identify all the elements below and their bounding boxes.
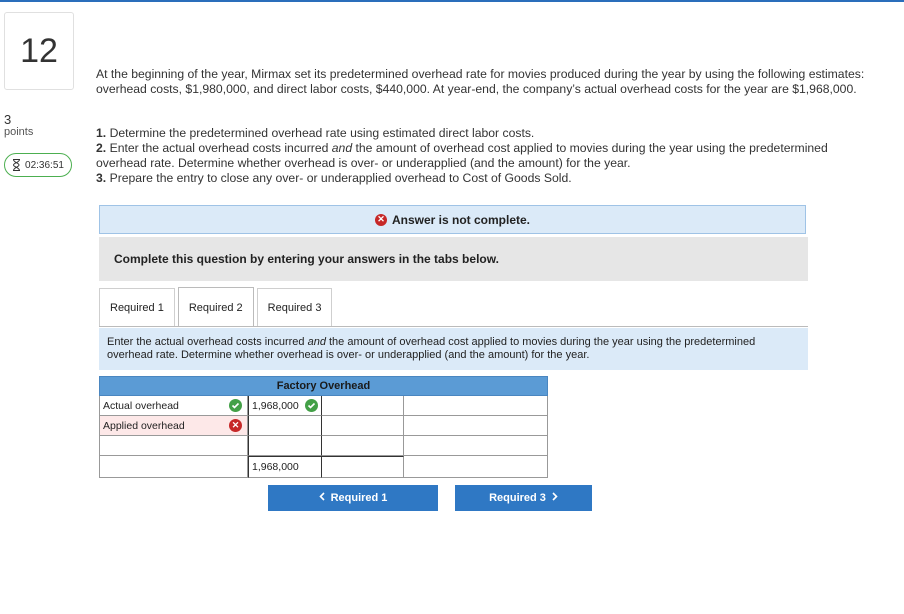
prev-required-button[interactable]: Required 1: [268, 485, 438, 511]
points-label: points: [4, 126, 34, 138]
task-3: 3. Prepare the entry to close any over- …: [96, 171, 572, 185]
credit-label-input[interactable]: [404, 436, 548, 456]
row-label-input[interactable]: [99, 436, 248, 456]
credit-label-input[interactable]: [404, 396, 548, 416]
answer-status-text: Answer is not complete.: [391, 212, 531, 227]
requirement-tabs: Required 1 Required 2 Required 3: [99, 287, 333, 327]
credit-input[interactable]: [321, 416, 404, 436]
correct-check-icon: [305, 399, 318, 412]
t-account-title: Factory Overhead: [99, 376, 548, 396]
credit-input[interactable]: [321, 436, 404, 456]
timer-badge[interactable]: 02:36:51: [4, 153, 72, 177]
answer-status-banner: ✕ Answer is not complete.: [99, 205, 806, 234]
debit-input[interactable]: [248, 436, 321, 456]
total-debit: 1,968,000: [248, 456, 321, 478]
error-x-icon: ✕: [374, 213, 387, 226]
correct-check-icon: [229, 399, 242, 412]
incorrect-x-icon: ✕: [229, 419, 242, 432]
chevron-left-icon: [318, 492, 325, 504]
factory-overhead-t-account: Factory Overhead Actual overhead 1,968,0…: [99, 376, 548, 478]
tab-required-3[interactable]: Required 3: [256, 288, 333, 326]
tab-required-2[interactable]: Required 2: [177, 287, 254, 327]
row-label-input[interactable]: Applied overhead: [99, 416, 248, 436]
task-list: 1. Determine the predetermined overhead …: [96, 126, 876, 186]
hourglass-icon: [12, 159, 21, 171]
question-number-text: 12: [20, 31, 58, 70]
next-required-button[interactable]: Required 3: [455, 485, 592, 511]
total-label-input[interactable]: [99, 456, 248, 478]
debit-input[interactable]: ✕: [229, 416, 321, 436]
timer-text: 02:36:51: [25, 159, 64, 171]
tab-required-1[interactable]: Required 1: [99, 288, 175, 326]
row-label-input[interactable]: Actual overhead: [99, 396, 248, 416]
credit-input[interactable]: [321, 396, 404, 416]
table-row: Applied overhead ✕: [99, 416, 548, 436]
task-2: 2. Enter the actual overhead costs incur…: [96, 141, 828, 170]
question-number: 12: [4, 12, 74, 90]
question-prompt: At the beginning of the year, Mirmax set…: [96, 67, 865, 96]
points-value: 3: [4, 112, 12, 127]
total-credit: [321, 456, 404, 478]
table-row: Actual overhead 1,968,000: [99, 396, 548, 416]
instructions-header: Complete this question by entering your …: [99, 237, 808, 281]
credit-label-input[interactable]: [404, 416, 548, 436]
chevron-right-icon: [552, 492, 558, 504]
task-1: 1. Determine the predetermined overhead …: [96, 126, 535, 140]
table-row: [99, 436, 548, 456]
debit-input[interactable]: 1,968,000: [229, 396, 321, 416]
tab-instruction: Enter the actual overhead costs incurred…: [99, 328, 808, 370]
total-row: 1,968,000: [99, 456, 548, 478]
tab-divider: [99, 326, 808, 327]
total-credit-label: [404, 456, 548, 478]
